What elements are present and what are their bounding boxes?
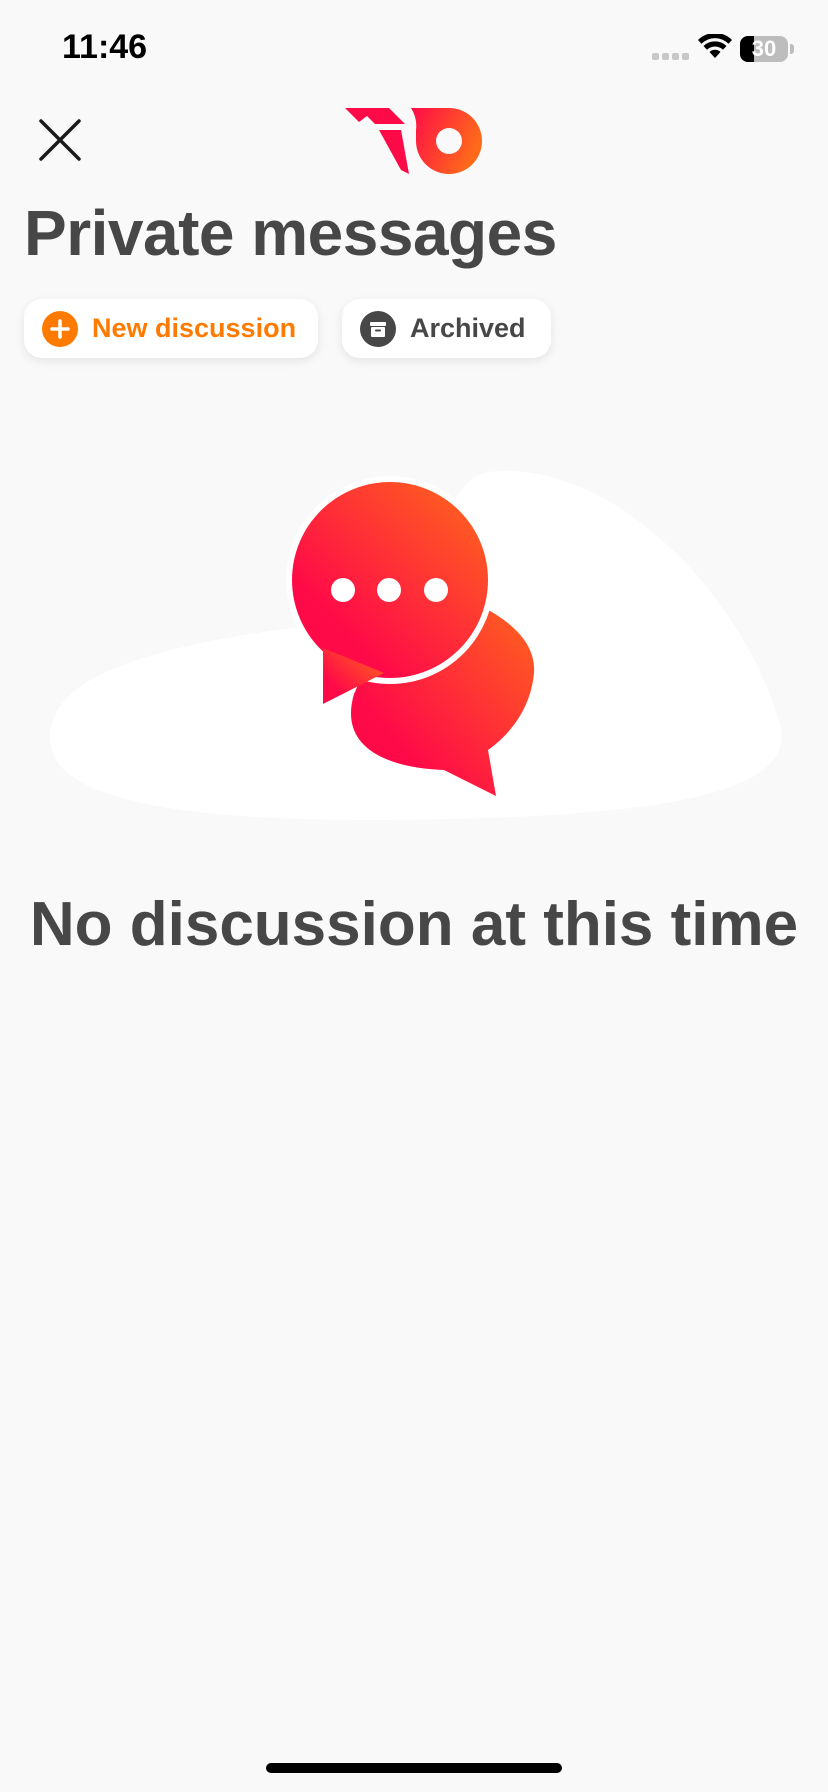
battery-level: 30 xyxy=(751,36,777,61)
page-title: Private messages xyxy=(24,197,557,269)
close-button[interactable] xyxy=(28,108,92,172)
brand-logo xyxy=(345,108,482,174)
archived-button[interactable]: Archived xyxy=(342,299,551,358)
archive-box-icon xyxy=(360,310,396,347)
status-bar: 11:46 30 xyxy=(0,0,828,100)
new-discussion-label: New discussion xyxy=(92,313,297,343)
new-discussion-button[interactable]: New discussion xyxy=(24,299,318,358)
battery-icon: 30 xyxy=(740,36,788,62)
status-time: 11:46 xyxy=(62,28,148,66)
cellular-signal-icon xyxy=(652,53,689,60)
wifi-icon xyxy=(698,34,732,58)
archived-label: Archived xyxy=(410,313,526,343)
battery-cap xyxy=(790,44,794,54)
plus-circle-icon xyxy=(42,310,78,347)
close-icon xyxy=(39,119,81,161)
home-indicator[interactable] xyxy=(266,1763,562,1773)
empty-state-message: No discussion at this time xyxy=(29,890,799,959)
empty-state-illustration xyxy=(50,470,782,820)
